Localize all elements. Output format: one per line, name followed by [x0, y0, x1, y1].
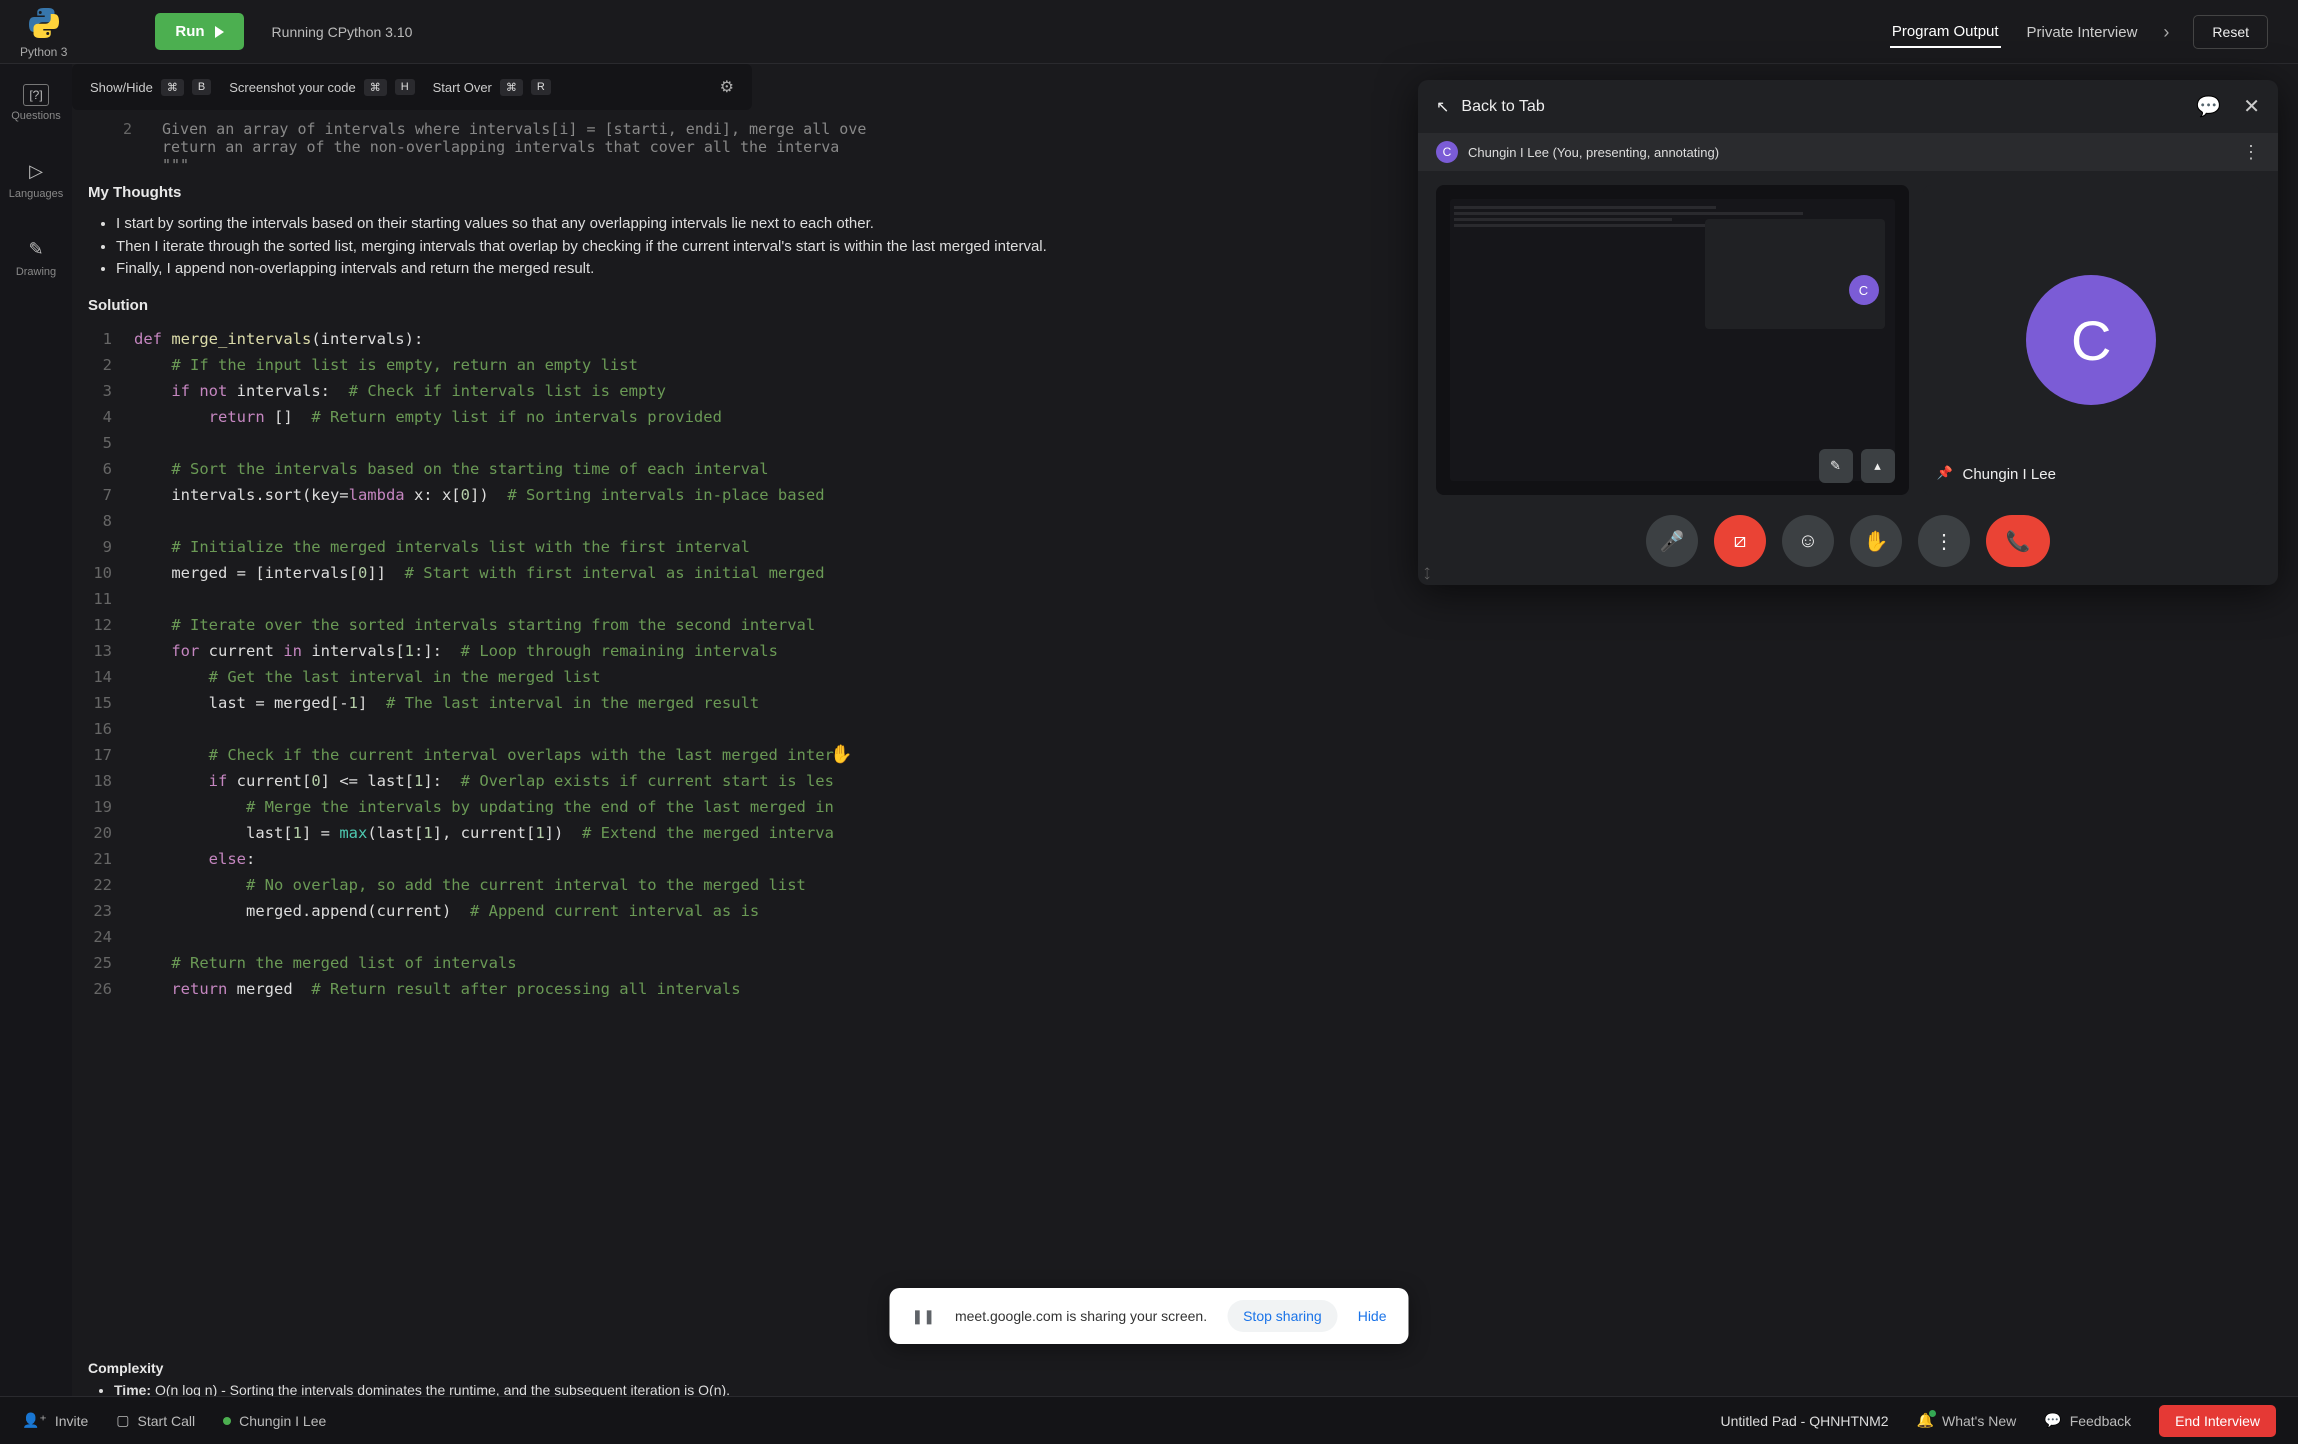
run-label: Run	[175, 23, 204, 40]
more-vert-icon[interactable]: ⋮	[2242, 142, 2260, 163]
call-controls: 🎤 ⧄ ☺ ✋ ⋮ 📞	[1418, 509, 2278, 585]
tb-show-hide[interactable]: Show/Hide ⌘ B	[90, 79, 211, 96]
end-interview-button[interactable]: End Interview	[2159, 1405, 2276, 1437]
rail-languages[interactable]: ▷ Languages	[9, 158, 63, 200]
toolbar-gear-icon[interactable]: ⚙	[720, 77, 734, 97]
more-options-button[interactable]: ⋮	[1918, 515, 1970, 567]
whats-new-button[interactable]: 🔔 What's New	[1917, 1412, 2017, 1429]
raise-hand-button[interactable]: ✋	[1850, 515, 1902, 567]
language-badge[interactable]: Python 3	[20, 5, 67, 59]
play-icon	[215, 26, 224, 38]
chat-icon[interactable]: 💬	[2196, 94, 2221, 119]
rail-drawing-label: Drawing	[16, 266, 56, 278]
video-icon: ▢	[116, 1412, 129, 1429]
tb-screenshot[interactable]: Screenshot your code ⌘ H	[229, 79, 414, 96]
complexity-title: Complexity	[88, 1360, 730, 1376]
editor-toolbar: Show/Hide ⌘ B Screenshot your code ⌘ H S…	[72, 64, 752, 110]
hangup-button[interactable]: 📞	[1986, 515, 2050, 567]
annotate-expand-icon[interactable]: ▴	[1861, 449, 1895, 483]
presenter-name: Chungin I Lee (You, presenting, annotati…	[1468, 145, 1719, 160]
video-header: ↖ Back to Tab 💬 ✕	[1418, 80, 2278, 133]
share-text: meet.google.com is sharing your screen.	[955, 1308, 1207, 1324]
video-call-panel: ↖ Back to Tab 💬 ✕ C Chungin I Lee (You, …	[1418, 80, 2278, 585]
self-avatar-icon: C	[2026, 275, 2156, 405]
invite-button[interactable]: 👤⁺Invite	[22, 1412, 88, 1429]
annotate-pen-icon[interactable]: ✎	[1819, 449, 1853, 483]
run-status: Running CPython 3.10	[272, 24, 413, 40]
presenter-bar: C Chungin I Lee (You, presenting, annota…	[1418, 133, 2278, 171]
reactions-button[interactable]: ☺	[1782, 515, 1834, 567]
tab-private-interview[interactable]: Private Interview	[2025, 18, 2140, 47]
back-to-tab-label[interactable]: Back to Tab	[1461, 98, 1544, 116]
python-logo-icon	[26, 5, 62, 41]
complexity-time: Time: O(n log n) - Sorting the intervals…	[114, 1382, 730, 1396]
pin-icon[interactable]: 📌	[1937, 465, 1953, 481]
camera-off-button[interactable]: ⧄	[1714, 515, 1766, 567]
language-label: Python 3	[20, 45, 67, 59]
pad-name[interactable]: Untitled Pad - QHNHTNM2	[1721, 1413, 1889, 1429]
presence-indicator[interactable]: Chungin I Lee	[223, 1413, 326, 1429]
presenter-avatar-icon: C	[1436, 141, 1458, 163]
screen-share-banner: ❚❚ meet.google.com is sharing your scree…	[890, 1288, 1409, 1344]
left-rail: [?] Questions ▷ Languages ✎ Drawing	[0, 64, 72, 1396]
rail-drawing[interactable]: ✎ Drawing	[16, 236, 56, 278]
rail-languages-label: Languages	[9, 188, 63, 200]
top-bar: Python 3 Run Running CPython 3.10 Progra…	[0, 0, 2298, 64]
bell-icon: 🔔	[1917, 1412, 1934, 1429]
close-icon[interactable]: ✕	[2243, 94, 2260, 119]
reset-button[interactable]: Reset	[2193, 15, 2268, 49]
rail-questions-label: Questions	[11, 110, 61, 122]
share-avatar-icon: C	[1849, 275, 1879, 305]
chevron-right-icon[interactable]: ›	[2163, 22, 2169, 43]
presence-dot-icon	[223, 1417, 231, 1425]
screen-share-thumbnail	[1450, 199, 1895, 481]
video-body: C ✎ ▴ 📶 C 📌 Chungin I Lee	[1418, 171, 2278, 509]
complexity-section: Complexity Time: O(n log n) - Sorting th…	[88, 1360, 730, 1396]
self-video-tile[interactable]: C 📌 Chungin I Lee	[1923, 185, 2261, 495]
drawing-icon: ✎	[23, 236, 49, 262]
rail-questions[interactable]: [?] Questions	[11, 84, 61, 122]
feedback-button[interactable]: 💬Feedback	[2044, 1412, 2131, 1429]
bottom-bar: 👤⁺Invite ▢Start Call Chungin I Lee Untit…	[0, 1396, 2298, 1444]
chat-bubble-icon: 💬	[2044, 1412, 2061, 1429]
annotation-controls: ✎ ▴	[1819, 449, 1895, 483]
tb-start-over[interactable]: Start Over ⌘ R	[433, 79, 551, 96]
right-tabs: Program Output Private Interview › Reset	[1890, 0, 2268, 64]
invite-icon: 👤⁺	[22, 1412, 47, 1429]
self-name: Chungin I Lee	[1963, 466, 2056, 483]
questions-icon: [?]	[23, 84, 49, 106]
mic-button[interactable]: 🎤	[1646, 515, 1698, 567]
run-button[interactable]: Run	[155, 13, 243, 50]
tab-program-output[interactable]: Program Output	[1890, 17, 2001, 48]
start-call-button[interactable]: ▢Start Call	[116, 1412, 195, 1429]
screen-share-view[interactable]: C ✎ ▴ 📶	[1436, 185, 1909, 495]
languages-icon: ▷	[23, 158, 49, 184]
stop-sharing-button[interactable]: Stop sharing	[1227, 1300, 1338, 1332]
pause-icon: ❚❚	[912, 1308, 935, 1325]
back-arrow-icon[interactable]: ↖	[1436, 97, 1449, 117]
hide-banner-link[interactable]: Hide	[1358, 1308, 1387, 1324]
